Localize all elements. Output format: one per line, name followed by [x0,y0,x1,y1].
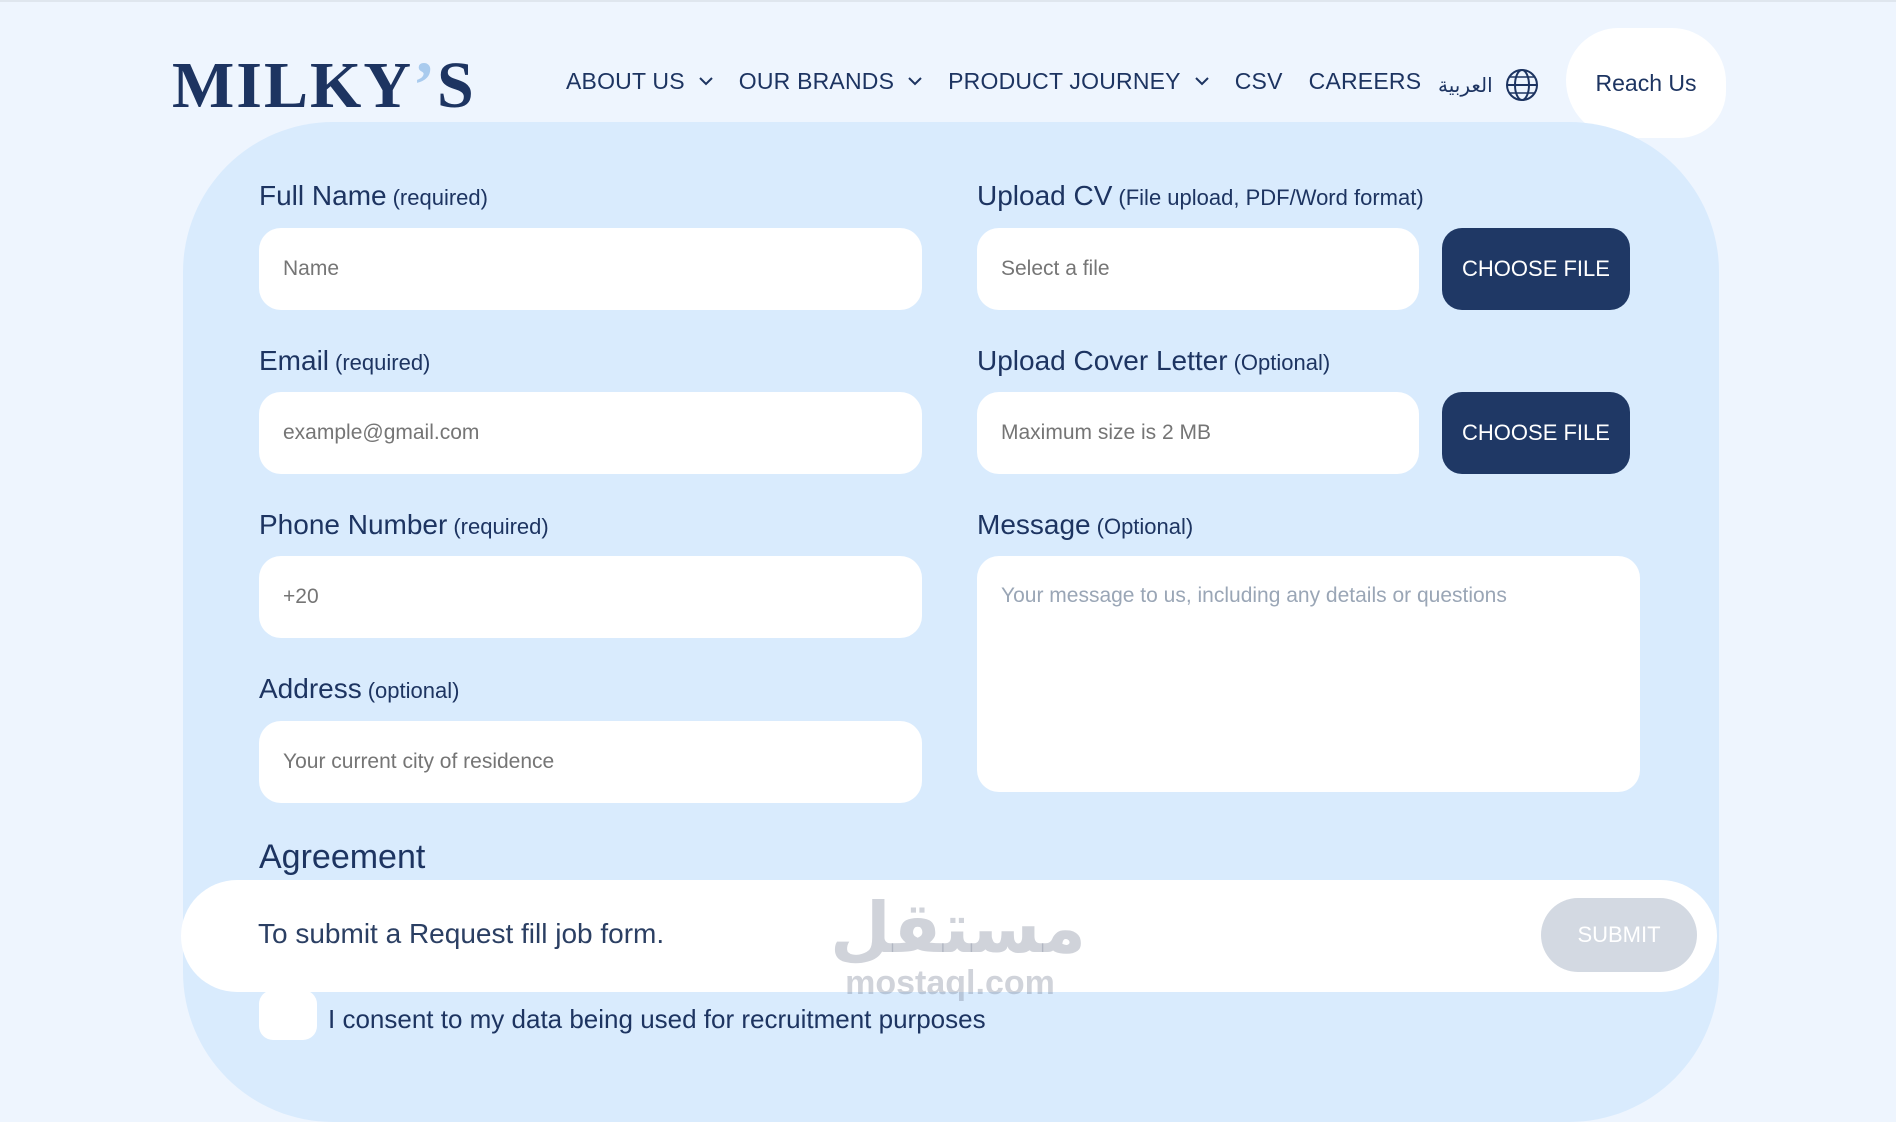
nav-csv-label: CSV [1234,68,1283,94]
cv-choose-file-button[interactable]: CHOOSE FILE [1442,228,1630,310]
full-name-input[interactable] [259,228,922,310]
cover-letter-label: Upload Cover Letter (Optional) [977,345,1330,377]
watermark-latin: mostaql.com [845,964,1055,1002]
logo-text: MILKY [172,49,413,122]
milkys-logo[interactable]: MILKY’S [172,48,476,124]
chevron-down-icon [1195,77,1209,86]
nav-careers-label: CAREERS [1308,68,1422,94]
upload-cv-label-text: Upload CV [977,180,1113,211]
top-border [0,0,1896,2]
agreement-heading: Agreement [259,838,426,876]
message-placeholder: Your message to us, including any detail… [1001,584,1507,607]
cover-letter-optional-note: (Optional) [1233,350,1331,375]
nav-about-us[interactable]: ABOUT US [566,68,713,95]
address-label: Address (optional) [259,673,459,705]
submit-button[interactable]: SUBMIT [1541,898,1697,972]
email-label: Email (required) [259,345,430,377]
cover-letter-label-text: Upload Cover Letter [977,345,1228,376]
globe-icon [1505,69,1538,101]
submit-instruction: To submit a Request fill job form. [258,918,665,949]
nav-our-brands[interactable]: OUR BRANDS [739,68,922,95]
mostaql-watermark: مستقل mostaql.com [830,889,1087,1003]
address-input[interactable] [259,721,922,803]
cover-letter-choose-file-button[interactable]: CHOOSE FILE [1442,392,1630,474]
main-nav: ABOUT US OUR BRANDS PRODUCT JOURNEY CSV … [566,68,1447,95]
phone-input[interactable] [259,556,922,638]
phone-label-text: Phone Number [259,509,448,540]
chevron-down-icon [699,77,713,86]
nav-product-journey-label: PRODUCT JOURNEY [948,68,1181,94]
full-name-label-text: Full Name [259,180,387,211]
email-required-note: (required) [335,350,431,375]
nav-our-brands-label: OUR BRANDS [738,68,895,94]
upload-cv-format-note: (File upload, PDF/Word format) [1118,185,1424,210]
address-optional-note: (optional) [367,678,460,703]
message-label: Message (Optional) [977,509,1193,541]
reach-us-button[interactable]: Reach Us [1566,28,1726,138]
full-name-required-note: (required) [392,185,488,210]
chevron-down-icon [908,77,922,86]
consent-checkbox[interactable] [259,990,317,1040]
language-label: العربية [1438,74,1493,97]
message-label-text: Message [977,509,1091,540]
email-label-text: Email [259,345,330,376]
cv-file-field[interactable] [977,228,1419,310]
logo-apostrophe: ’ [413,49,437,122]
language-switcher[interactable]: العربية [1438,68,1539,102]
nav-product-journey[interactable]: PRODUCT JOURNEY [948,68,1209,95]
upload-cv-label: Upload CV (File upload, PDF/Word format) [977,180,1424,212]
phone-required-note: (required) [453,514,549,539]
message-optional-note: (Optional) [1096,514,1194,539]
consent-label: I consent to my data being used for recr… [328,1004,986,1034]
nav-about-us-label: ABOUT US [566,68,685,94]
phone-label: Phone Number (required) [259,509,549,541]
nav-careers[interactable]: CAREERS [1309,68,1422,95]
full-name-label: Full Name (required) [259,180,488,212]
watermark-arabic: مستقل [830,889,1087,967]
nav-csv[interactable]: CSV [1235,68,1283,95]
cover-letter-file-field[interactable] [977,392,1419,474]
address-label-text: Address [259,673,362,704]
email-input[interactable] [259,392,922,474]
logo-s: S [436,49,476,122]
message-textarea[interactable]: Your message to us, including any detail… [977,556,1640,792]
